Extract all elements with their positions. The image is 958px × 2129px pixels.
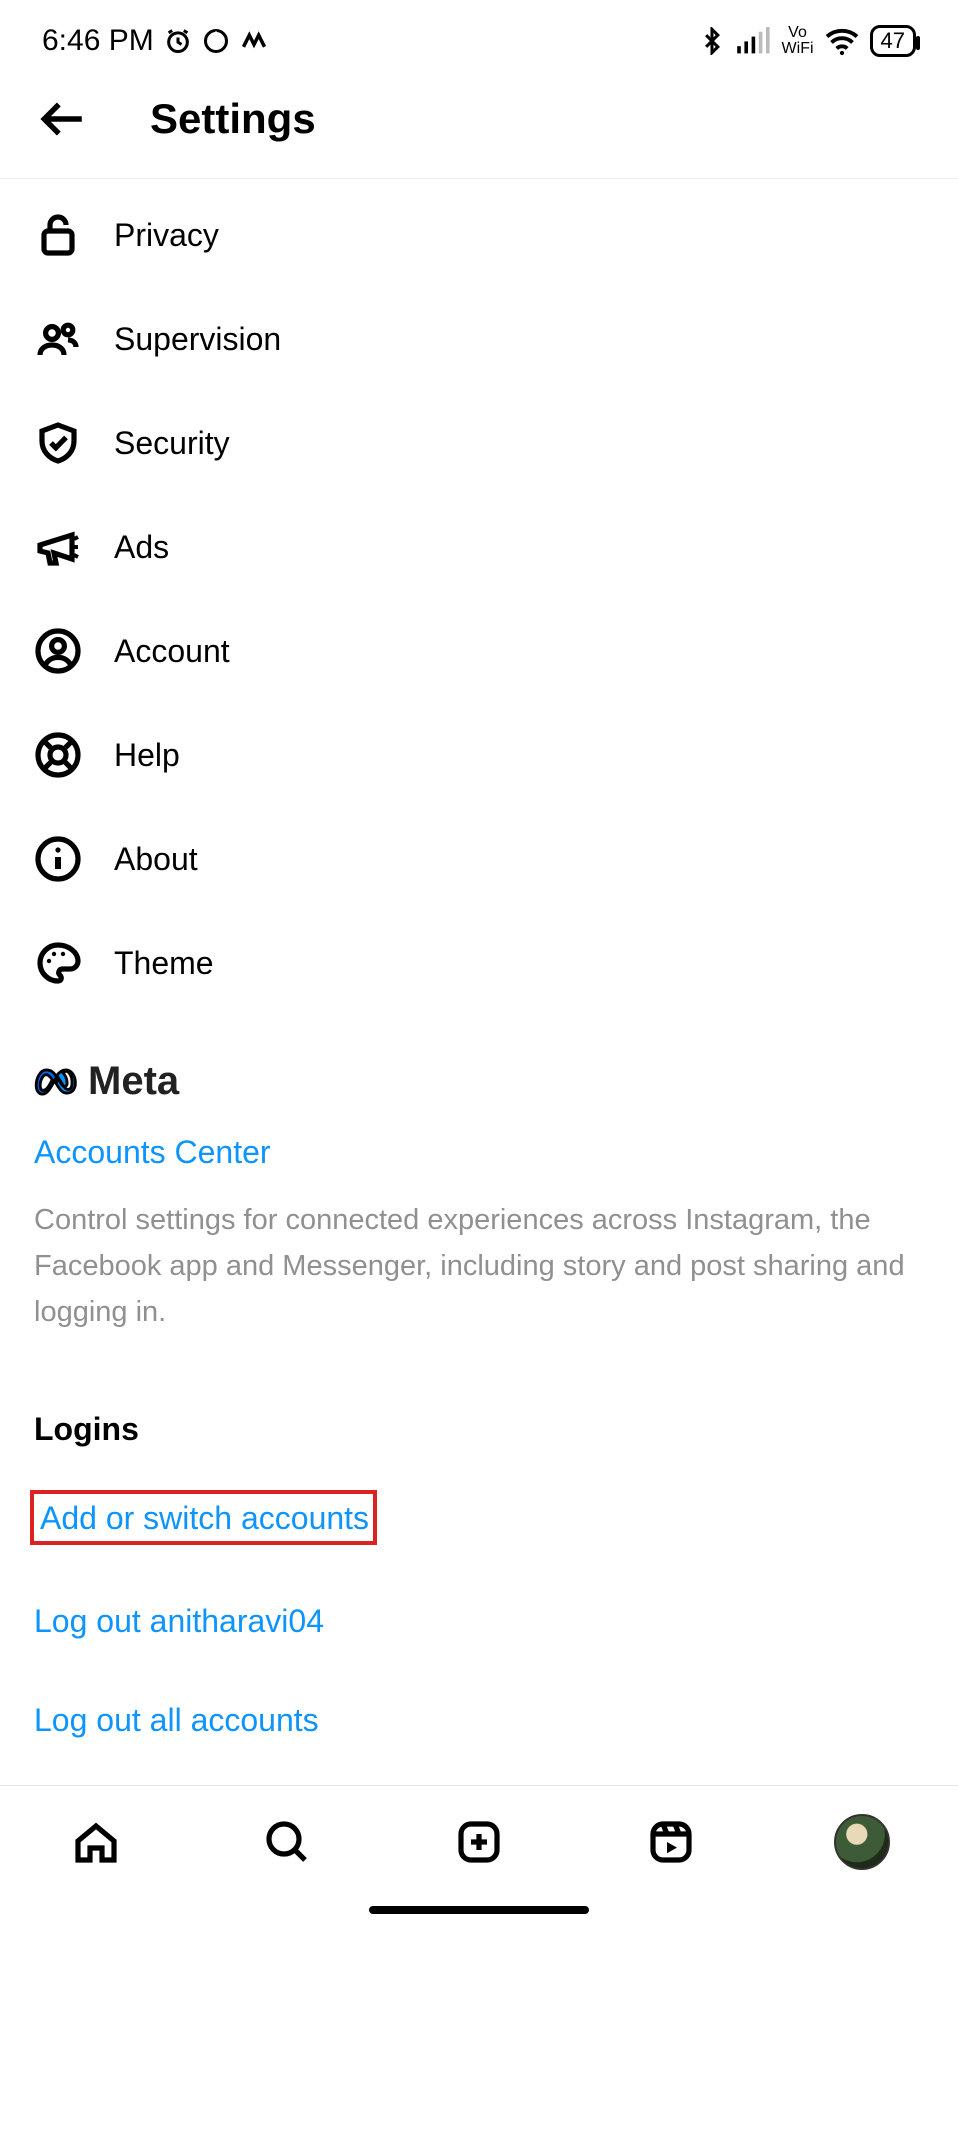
shield-icon [34,419,82,467]
user-circle-icon [34,627,82,675]
menu-item-theme[interactable]: Theme [0,911,958,1015]
bluetooth-icon [698,27,726,55]
meta-infinity-icon [34,1067,78,1097]
app-circle-icon [202,27,230,55]
menu-label: Theme [114,945,214,982]
vowifi-top: Vo [782,25,814,41]
vowifi-icon: Vo WiFi [782,25,814,57]
highlight-annotation: Add or switch accounts [30,1490,377,1545]
menu-label: About [114,841,198,878]
menu-label: Account [114,633,230,670]
menu-item-security[interactable]: Security [0,391,958,495]
menu-label: Privacy [114,217,219,254]
battery-icon: 47 [870,25,916,57]
logout-all-link[interactable]: Log out all accounts [0,1680,958,1761]
status-time: 6:46 PM [42,24,154,58]
vowifi-bot: WiFi [782,41,814,57]
menu-item-supervision[interactable]: Supervision [0,287,958,391]
profile-avatar [834,1814,890,1870]
status-left: 6:46 PM [42,24,268,58]
menu-label: Security [114,425,230,462]
megaphone-icon [34,523,82,571]
zigzag-icon [240,27,268,55]
add-switch-accounts-link[interactable]: Add or switch accounts [38,1498,371,1539]
back-button[interactable] [34,90,92,148]
palette-icon [34,939,82,987]
wifi-icon [824,27,860,55]
menu-item-help[interactable]: Help [0,703,958,807]
bottom-nav [0,1786,958,1898]
meta-logo: Meta [34,1059,924,1104]
nav-search-button[interactable] [259,1814,315,1870]
status-right: Vo WiFi 47 [698,25,916,57]
menu-item-privacy[interactable]: Privacy [0,183,958,287]
menu-item-about[interactable]: About [0,807,958,911]
menu-item-account[interactable]: Account [0,599,958,703]
signal-icon [736,27,772,55]
info-icon [34,835,82,883]
people-icon [34,315,82,363]
lifebuoy-icon [34,731,82,779]
settings-menu: Privacy Supervision Security Ads Account… [0,179,958,1015]
alarm-icon [164,27,192,55]
nav-home-button[interactable] [68,1814,124,1870]
status-bar: 6:46 PM Vo WiFi 47 [0,0,958,66]
menu-label: Ads [114,529,169,566]
home-indicator [369,1906,589,1914]
meta-brand-text: Meta [88,1059,179,1104]
nav-profile-button[interactable] [834,1814,890,1870]
meta-section: Meta Accounts Center Control settings fo… [0,1015,958,1343]
menu-item-ads[interactable]: Ads [0,495,958,599]
nav-create-button[interactable] [451,1814,507,1870]
lock-icon [34,211,82,259]
meta-description: Control settings for connected experienc… [34,1197,924,1335]
header: Settings [0,66,958,179]
menu-label: Help [114,737,180,774]
menu-label: Supervision [114,321,281,358]
logins-heading: Logins [0,1343,958,1472]
battery-level: 47 [881,28,905,54]
accounts-center-link[interactable]: Accounts Center [34,1134,924,1171]
nav-reels-button[interactable] [643,1814,699,1870]
page-title: Settings [150,95,316,143]
logout-user-link[interactable]: Log out anitharavi04 [0,1581,958,1662]
